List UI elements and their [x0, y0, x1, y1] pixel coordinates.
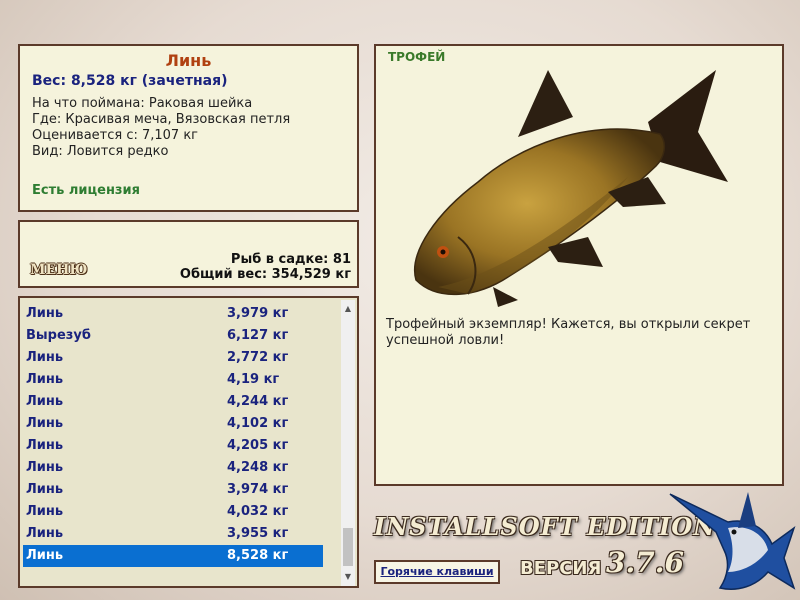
license-status: Есть лицензия — [32, 183, 140, 198]
list-item[interactable]: Линь 4,205 кг — [23, 435, 323, 457]
list-item-weight: 2,772 кг — [227, 350, 289, 365]
list-item-weight: 4,102 кг — [227, 416, 289, 431]
list-item[interactable]: Линь 4,032 кг — [23, 501, 323, 523]
catch-info-panel: Линь Вес: 8,528 кг (зачетная) На что пой… — [18, 44, 359, 212]
list-item-name: Линь — [26, 548, 64, 563]
list-item[interactable]: Линь 4,244 кг — [23, 391, 323, 413]
list-item-name: Линь — [26, 394, 64, 409]
trophy-panel: ТРОФЕЙ Трофейный экземпляр! Кажется, вы … — [374, 44, 784, 486]
list-item-name: Линь — [26, 526, 64, 541]
list-item-name: Линь — [26, 372, 64, 387]
list-item-weight: 4,244 кг — [227, 394, 289, 409]
version-label: ВЕРСИЯ — [520, 558, 602, 579]
trophy-description: Трофейный экземпляр! Кажется, вы открыли… — [386, 317, 751, 348]
marlin-logo-icon — [669, 492, 796, 590]
cage-summary-panel: МЕНЮ Рыб в садке: 81 Общий вес: 354,529 … — [18, 220, 359, 288]
total-weight: Общий вес: 354,529 кг — [179, 267, 351, 282]
list-item-name: Линь — [26, 482, 64, 497]
hotkeys-link[interactable]: Горячие клавиши — [374, 560, 500, 584]
kind-info: Вид: Ловится редко — [32, 144, 169, 159]
list-item-weight: 8,528 кг — [227, 548, 289, 563]
list-item[interactable]: Линь 4,19 кг — [23, 369, 323, 391]
list-item-name: Линь — [26, 460, 64, 475]
brand-title: INSTALLSOFT EDITION — [374, 512, 717, 541]
scroll-down-icon[interactable]: ▼ — [341, 570, 355, 584]
fish-count: Рыб в садке: 81 — [230, 252, 351, 267]
list-item-weight: 6,127 кг — [227, 328, 289, 343]
list-item[interactable]: Линь 3,955 кг — [23, 523, 323, 545]
list-item-weight: 4,205 кг — [227, 438, 289, 453]
scroll-up-icon[interactable]: ▲ — [341, 302, 355, 316]
list-item[interactable]: Линь 2,772 кг — [23, 347, 323, 369]
menu-button[interactable]: МЕНЮ — [30, 262, 87, 278]
list-item-weight: 3,974 кг — [227, 482, 289, 497]
list-item-weight: 4,248 кг — [227, 460, 289, 475]
list-item-weight: 4,032 кг — [227, 504, 289, 519]
list-item-weight: 4,19 кг — [227, 372, 280, 387]
list-item-selected[interactable]: Линь 8,528 кг — [23, 545, 323, 567]
list-scrollbar[interactable]: ▲ ▼ — [341, 300, 355, 586]
bait-info: На что поймана: Раковая шейка — [32, 96, 253, 111]
list-item-name: Линь — [26, 350, 64, 365]
fish-name: Линь — [165, 51, 212, 70]
list-item[interactable]: Линь 4,248 кг — [23, 457, 323, 479]
list-item-name: Вырезуб — [26, 328, 91, 343]
location-info: Где: Красивая меча, Вязовская петля — [32, 112, 291, 127]
list-item-weight: 3,955 кг — [227, 526, 289, 541]
list-item-name: Линь — [26, 504, 64, 519]
fish-weight: Вес: 8,528 кг (зачетная) — [32, 73, 228, 89]
fish-list: Линь 3,979 кг Вырезуб 6,127 кг Линь 2,772 к… — [18, 296, 359, 588]
list-item-name: Линь — [26, 306, 64, 321]
rated-info: Оценивается с: 7,107 кг — [32, 128, 199, 143]
list-item[interactable]: Линь 3,979 кг — [23, 303, 323, 325]
list-item-weight: 3,979 кг — [227, 306, 289, 321]
list-item-name: Линь — [26, 416, 64, 431]
list-item-name: Линь — [26, 438, 64, 453]
scroll-thumb[interactable] — [343, 528, 353, 566]
list-item[interactable]: Вырезуб 6,127 кг — [23, 325, 323, 347]
list-item[interactable]: Линь 4,102 кг — [23, 413, 323, 435]
tench-fish-image — [414, 70, 728, 307]
list-item[interactable]: Линь 3,974 кг — [23, 479, 323, 501]
